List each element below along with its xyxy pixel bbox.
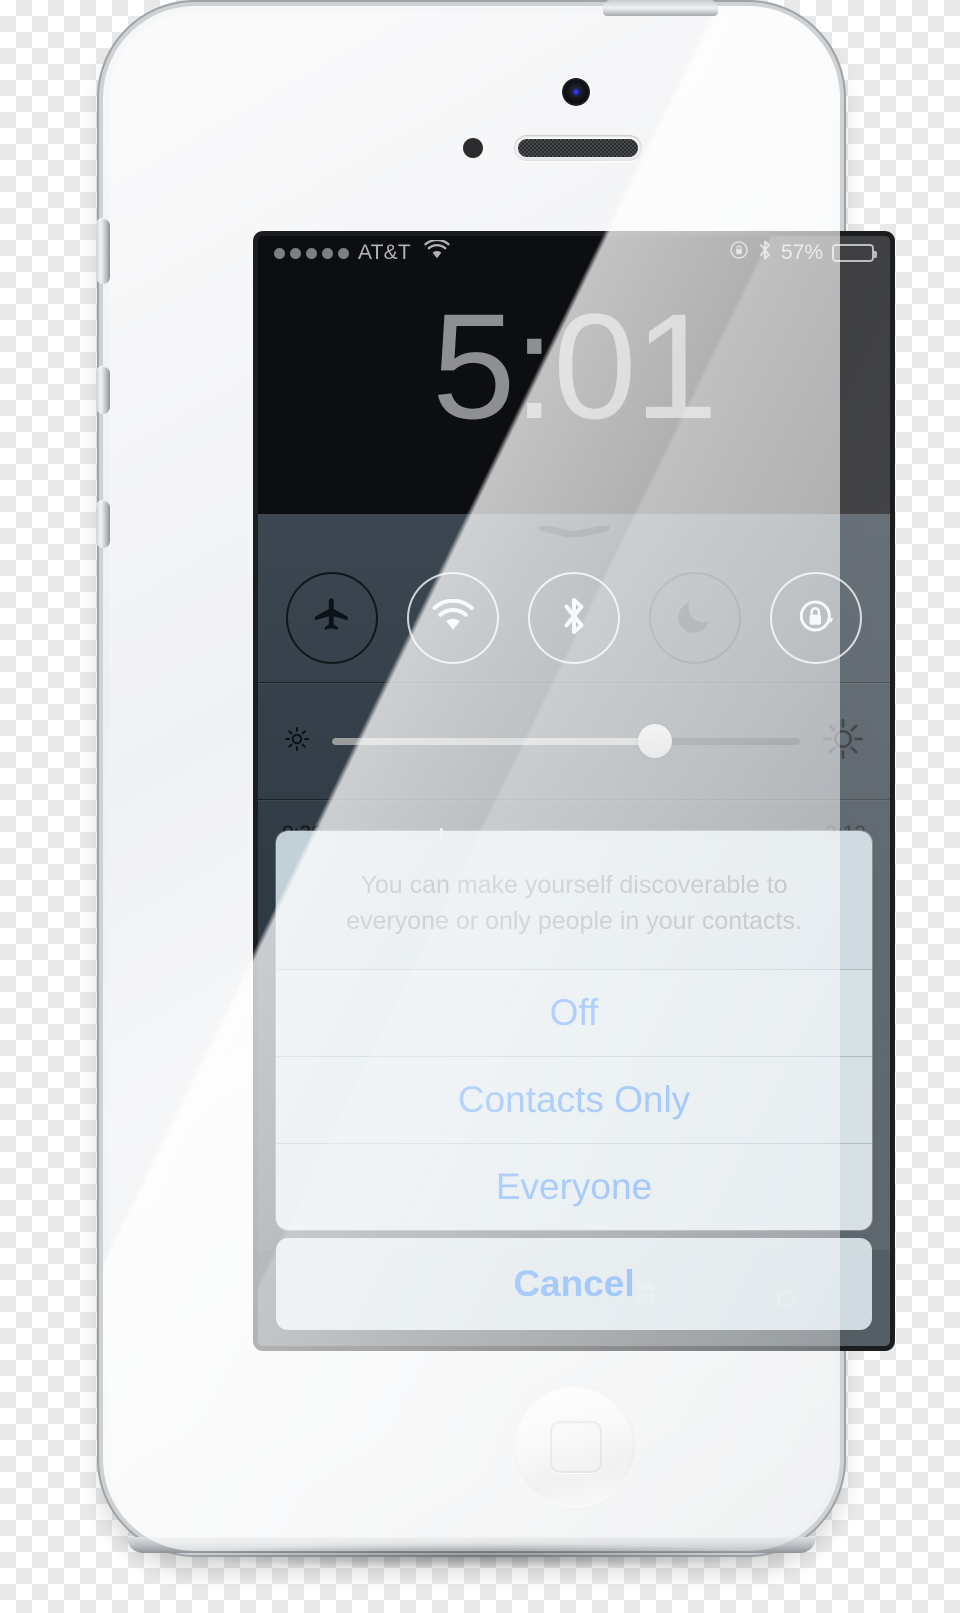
- iphone-device: AT&T 57% 5:01 You can make yourself disc…: [103, 6, 890, 1553]
- camera-lens: [572, 88, 580, 96]
- signal-dot: [322, 247, 333, 259]
- volume-down-button[interactable]: [96, 500, 110, 548]
- brightness-high-icon: [820, 716, 866, 767]
- status-bar: AT&T 57%: [258, 236, 890, 270]
- airplane-mode-toggle[interactable]: [286, 572, 379, 664]
- front-camera: [562, 78, 590, 106]
- signal-dot: [290, 247, 301, 259]
- bluetooth-icon: [758, 239, 772, 267]
- control-center-toggle-row: [258, 514, 890, 682]
- brightness-slider[interactable]: [332, 724, 800, 758]
- bluetooth-icon: [561, 594, 587, 643]
- option-off-button[interactable]: Off: [276, 969, 872, 1056]
- home-button-square: [550, 1421, 602, 1473]
- option-everyone-button[interactable]: Everyone: [276, 1143, 872, 1230]
- device-shadow: [175, 1543, 775, 1569]
- bluetooth-toggle[interactable]: [527, 572, 620, 664]
- grabber-handle[interactable]: [538, 524, 610, 539]
- do-not-disturb-toggle[interactable]: [648, 572, 741, 664]
- brightness-slider-knob[interactable]: [637, 724, 672, 758]
- carrier-label: AT&T: [358, 241, 411, 264]
- wifi-icon: [424, 238, 450, 266]
- status-bar-left: AT&T: [274, 238, 450, 266]
- battery-icon: [832, 244, 877, 262]
- rotation-lock-icon: [795, 595, 837, 642]
- cancel-button[interactable]: Cancel: [276, 1238, 872, 1330]
- speaker-mesh: [518, 139, 638, 157]
- earpiece-speaker: [514, 135, 642, 161]
- mute-switch[interactable]: [96, 218, 110, 284]
- signal-dot: [338, 247, 349, 259]
- discoverability-action-sheet: You can make yourself discoverable to ev…: [276, 831, 872, 1230]
- brightness-slider-fill: [332, 737, 655, 745]
- airplane-icon: [311, 595, 353, 642]
- signal-dot: [306, 247, 317, 259]
- lock-screen-clock: 5:01: [432, 282, 718, 450]
- phone-screen: AT&T 57% 5:01 You can make yourself disc…: [258, 236, 890, 1346]
- wifi-toggle[interactable]: [407, 572, 500, 664]
- wifi-icon: [431, 598, 475, 638]
- power-button[interactable]: [603, 0, 718, 16]
- status-bar-right: 57%: [729, 239, 877, 267]
- brightness-low-icon: [282, 724, 312, 759]
- option-contacts-only-button[interactable]: Contacts Only: [276, 1056, 872, 1143]
- action-sheet-message: You can make yourself discoverable to ev…: [346, 871, 802, 935]
- lock-screen-area: AT&T 57% 5:01: [258, 236, 890, 514]
- proximity-sensor: [463, 138, 483, 158]
- signal-dot: [274, 247, 285, 259]
- volume-up-button[interactable]: [96, 366, 110, 414]
- brightness-slider-row: [258, 683, 890, 799]
- home-button[interactable]: [513, 1384, 635, 1506]
- battery-percent-label: 57%: [780, 241, 823, 264]
- rotation-lock-icon: [729, 240, 749, 266]
- moon-icon: [675, 596, 715, 641]
- rotation-lock-toggle[interactable]: [769, 572, 862, 664]
